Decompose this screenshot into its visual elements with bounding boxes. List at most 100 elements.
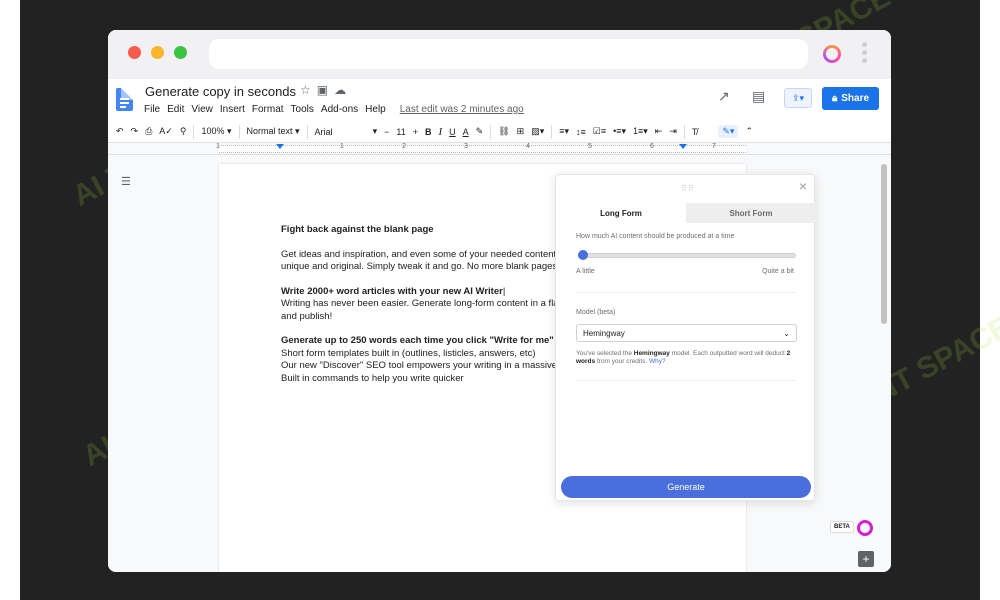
left-indent-marker[interactable]	[276, 144, 284, 149]
undo-icon[interactable]: ↶	[116, 126, 124, 137]
star-icon[interactable]: ☆	[300, 83, 317, 97]
editing-mode-pencil-icon[interactable]: ✎▾	[718, 125, 739, 138]
list-item: Our new "Discover" SEO tool empowers you…	[281, 360, 558, 371]
docs-logo-icon[interactable]	[116, 88, 133, 111]
toolbar-divider	[490, 124, 492, 139]
zoom-select[interactable]: 100% ▾	[201, 126, 231, 137]
extension-icon[interactable]	[823, 45, 841, 63]
share-button[interactable]: 🔒︎ Share	[822, 87, 879, 110]
align-icon[interactable]: ≡▾	[559, 126, 569, 137]
bold-button[interactable]: B	[425, 127, 432, 137]
toolbar-divider	[683, 124, 685, 139]
list-item: Built in commands to help you write quic…	[281, 372, 464, 384]
underline-button[interactable]: U	[449, 127, 456, 137]
toolbar-divider	[306, 124, 308, 139]
activity-icon[interactable]: ↗	[718, 88, 730, 105]
ruler-number: 1	[340, 143, 344, 150]
clear-formatting-icon[interactable]: T̸	[692, 127, 698, 137]
highlight-icon[interactable]: ✎	[476, 126, 484, 137]
collapse-chevron-up-icon[interactable]: ⌃	[745, 126, 753, 137]
menu-bar: File Edit View Insert Format Tools Add-o…	[144, 104, 524, 115]
tab-short-form[interactable]: Short Form	[686, 203, 816, 223]
paragraph-line: Get ideas and inspiration, and even some…	[281, 248, 557, 260]
frame-right	[980, 0, 1000, 600]
comment-icon[interactable]: ▤	[752, 88, 765, 105]
print-icon[interactable]: ⎙	[145, 126, 152, 137]
menu-format[interactable]: Format	[252, 104, 284, 115]
toolbar-divider	[551, 124, 553, 139]
style-value: Normal text	[246, 126, 293, 136]
spellcheck-icon[interactable]: A✓	[159, 126, 173, 137]
zoom-value: 100%	[201, 126, 225, 136]
generate-button[interactable]: Generate	[561, 476, 811, 498]
numbered-list-icon[interactable]: 1≡▾	[633, 126, 648, 137]
redo-icon[interactable]: ↷	[131, 126, 139, 137]
style-select[interactable]: Normal text ▾	[247, 126, 300, 137]
model-select[interactable]: Hemingway ⌄	[576, 324, 797, 342]
meet-present-button[interactable]: ⇪▾	[784, 88, 812, 108]
minimize-window-button[interactable]	[151, 46, 164, 59]
add-icon[interactable]: +	[858, 551, 874, 567]
folder-icon[interactable]: ▣	[317, 83, 334, 97]
browser-window: Generate copy in seconds ☆▣☁ File Edit V…	[108, 30, 891, 572]
font-size-input[interactable]: 11	[396, 127, 405, 137]
slider-thumb[interactable]	[578, 250, 588, 260]
why-link[interactable]: Why?	[649, 358, 666, 365]
ai-assistant-icon[interactable]	[857, 520, 873, 536]
tab-long-form[interactable]: Long Form	[556, 203, 686, 223]
italic-button[interactable]: I	[438, 126, 442, 138]
paragraph-line: unique and original. Simply tweak it and…	[281, 261, 558, 272]
line-spacing-icon[interactable]: ↕≡	[576, 127, 586, 137]
close-window-button[interactable]	[128, 46, 141, 59]
toolbar-divider	[238, 124, 240, 139]
maximize-window-button[interactable]	[174, 46, 187, 59]
document-body[interactable]: Fight back against the blank page Get id…	[281, 224, 571, 385]
increase-font-size-button[interactable]: +	[413, 127, 418, 137]
lock-icon: 🔒︎	[831, 93, 838, 104]
cloud-icon[interactable]: ☁	[334, 83, 352, 97]
browser-menu-icon[interactable]	[862, 42, 868, 66]
content-amount-label: How much AI content should be produced a…	[576, 233, 735, 240]
link-icon[interactable]: ⛓	[498, 126, 509, 137]
model-label: Model (beta)	[576, 309, 616, 316]
close-icon[interactable]: ×	[799, 178, 807, 194]
address-bar[interactable]	[209, 39, 808, 69]
document-title[interactable]: Generate copy in seconds	[145, 84, 296, 99]
bulleted-list-icon[interactable]: •≡▾	[613, 126, 626, 137]
text-color-button[interactable]: A	[463, 127, 469, 137]
formatting-toolbar: ↶ ↷ ⎙ A✓ ⚲ 100% ▾ Normal text ▾ Arial ▾ …	[108, 121, 891, 143]
ruler-number: 7	[712, 143, 716, 150]
add-comment-icon[interactable]: ⊞	[517, 126, 525, 137]
slider-max-label: Quite a bit	[762, 268, 794, 275]
heading-write-for-me: Generate up to 250 words each time you c…	[281, 335, 554, 346]
menu-edit[interactable]: Edit	[167, 104, 184, 115]
decrease-indent-icon[interactable]: ⇤	[655, 126, 663, 137]
font-select[interactable]: Arial	[315, 127, 333, 137]
checklist-icon[interactable]: ☑≡	[593, 126, 606, 137]
menu-insert[interactable]: Insert	[220, 104, 245, 115]
slider-min-label: A little	[576, 268, 595, 275]
right-indent-marker[interactable]	[679, 144, 687, 149]
content-amount-slider[interactable]	[578, 253, 796, 258]
drag-handle-icon[interactable]: ⠿⠿	[681, 184, 695, 193]
last-edit-link[interactable]: Last edit was 2 minutes ago	[400, 104, 524, 115]
ruler-number: 5	[588, 143, 592, 150]
ruler: 1 1 2 3 4 5 6 7	[108, 143, 891, 155]
paragraph-line: and publish!	[281, 310, 333, 322]
title-icons: ☆▣☁	[300, 83, 352, 97]
chevron-down-icon: ⌄	[783, 328, 790, 338]
menu-help[interactable]: Help	[365, 104, 386, 115]
font-select-chevron-icon[interactable]: ▾	[373, 126, 378, 137]
menu-addons[interactable]: Add-ons	[321, 104, 358, 115]
list-item: Short form templates built in (outlines,…	[281, 347, 536, 359]
increase-indent-icon[interactable]: ⇥	[669, 126, 677, 137]
document-outline-icon[interactable]: ☰	[121, 175, 131, 188]
paragraph-line: Writing has never been easier. Generate …	[281, 298, 559, 309]
menu-view[interactable]: View	[191, 104, 213, 115]
decrease-font-size-button[interactable]: −	[384, 127, 389, 137]
vertical-scrollbar[interactable]	[881, 164, 887, 324]
menu-tools[interactable]: Tools	[291, 104, 314, 115]
menu-file[interactable]: File	[144, 104, 160, 115]
paint-format-icon[interactable]: ⚲	[180, 126, 187, 137]
insert-image-icon[interactable]: ▨▾	[531, 126, 544, 137]
